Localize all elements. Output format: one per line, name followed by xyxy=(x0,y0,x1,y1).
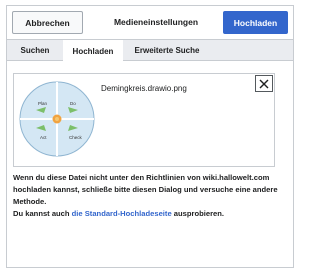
standard-upload-link[interactable]: die Standard-Hochladeseite xyxy=(72,209,172,218)
dialog-header: Abbrechen Medieneinstellungen Hochladen xyxy=(7,6,293,38)
file-card: Plan Do Act Check Demingkreis.drawio.png xyxy=(13,73,275,167)
file-thumbnail: Plan Do Act Check xyxy=(19,81,95,157)
thumb-label-do: Do xyxy=(70,101,76,106)
alt-prefix: Du kannst auch xyxy=(13,209,72,218)
upload-button[interactable]: Hochladen xyxy=(223,11,288,34)
tab-upload[interactable]: Hochladen xyxy=(63,40,123,62)
alternative-upload-hint: Du kannst auch die Standard-Hochladeseit… xyxy=(13,208,278,220)
tab-advanced-search[interactable]: Erweiterte Suche xyxy=(125,40,209,61)
tab-bar: Suchen Hochladen Erweiterte Suche xyxy=(7,39,293,62)
tab-search[interactable]: Suchen xyxy=(11,40,59,61)
dialog-title: Medieneinstellungen xyxy=(113,17,199,27)
cancel-button[interactable]: Abbrechen xyxy=(12,11,83,34)
alt-suffix: ausprobieren. xyxy=(171,209,224,218)
close-icon xyxy=(259,79,269,88)
thumb-label-act: Act xyxy=(40,135,47,140)
file-name: Demingkreis.drawio.png xyxy=(101,84,187,93)
thumb-label-plan: Plan xyxy=(38,101,48,106)
thumb-label-check: Check xyxy=(69,135,83,140)
remove-file-button[interactable] xyxy=(255,75,273,92)
upload-policy-notice: Wenn du diese Datei nicht unter den Rich… xyxy=(13,173,278,206)
